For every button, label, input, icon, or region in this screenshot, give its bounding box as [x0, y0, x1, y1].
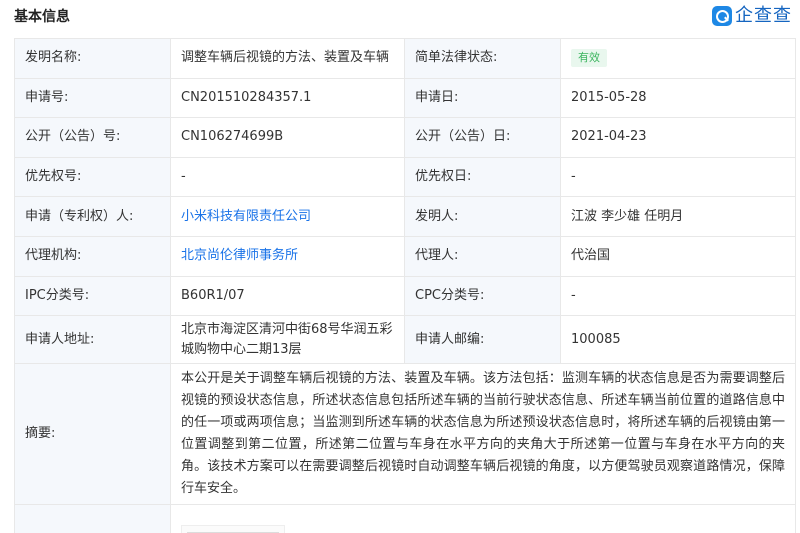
invention-name-value: 调整车辆后视镜的方法、装置及车辆: [170, 38, 405, 79]
table-row: 申请号: CN201510284357.1 申请日: 2015-05-28: [14, 77, 796, 119]
invention-name-label: 发明名称:: [14, 38, 171, 79]
agency-link[interactable]: 北京尚伦律师事务所: [181, 248, 298, 263]
table-row: 代理机构: 北京尚伦律师事务所 代理人: 代治国: [14, 235, 796, 277]
section-header: 基本信息 企查查: [0, 0, 800, 34]
ipc-value: B60R1/07: [170, 275, 405, 317]
abstract-label: 摘要:: [14, 363, 171, 506]
abstract-figure-thumbnail[interactable]: [181, 524, 285, 533]
table-row: 申请（专利权）人: 小米科技有限责任公司 发明人: 江波 李少雄 任明月: [14, 196, 796, 237]
qichacha-logo[interactable]: 企查查: [712, 4, 792, 28]
priority-number-label: 优先权号:: [14, 156, 171, 198]
table-row: 摘要: 本公开是关于调整车辆后视镜的方法、装置及车辆。该方法包括：监测车辆的状态…: [14, 363, 796, 506]
logo-text: 企查查: [735, 5, 792, 26]
priority-number-value: -: [170, 156, 405, 198]
application-date-label: 申请日:: [404, 77, 561, 119]
table-row: 发明名称: 调整车辆后视镜的方法、装置及车辆 简单法律状态: 有效: [14, 38, 796, 79]
agent-label: 代理人:: [404, 235, 561, 277]
table-row: IPC分类号: B60R1/07 CPC分类号: -: [14, 275, 796, 317]
table-row: 申请人地址: 北京市海淀区清河中街68号华润五彩城购物中心二期13层 申请人邮编…: [14, 315, 796, 365]
cpc-label: CPC分类号:: [404, 275, 561, 317]
inventor-label: 发明人:: [404, 196, 561, 237]
application-number-value: CN201510284357.1: [170, 77, 405, 119]
applicant-postcode-value: 100085: [560, 315, 796, 365]
ipc-label: IPC分类号:: [14, 275, 171, 317]
abstract-value: 本公开是关于调整车辆后视镜的方法、装置及车辆。该方法包括：监测车辆的状态信息是否…: [170, 363, 796, 506]
table-row: 公开（公告）号: CN106274699B 公开（公告）日: 2021-04-2…: [14, 117, 796, 158]
application-number-label: 申请号:: [14, 77, 171, 119]
basic-info-table: 发明名称: 调整车辆后视镜的方法、装置及车辆 简单法律状态: 有效 申请号: C…: [14, 38, 796, 533]
publication-date-value: 2021-04-23: [560, 117, 796, 158]
application-date-value: 2015-05-28: [560, 77, 796, 119]
legal-status-cell: 有效: [560, 38, 796, 79]
abstract-figure-label: [14, 504, 171, 533]
agency-label: 代理机构:: [14, 235, 171, 277]
magnifier-logo-icon: [712, 6, 732, 26]
inventor-value: 江波 李少雄 任明月: [560, 196, 796, 237]
applicant-cell: 小米科技有限责任公司: [170, 196, 405, 237]
priority-date-label: 优先权日:: [404, 156, 561, 198]
abstract-figure-cell: [170, 504, 796, 533]
agency-cell: 北京尚伦律师事务所: [170, 235, 405, 277]
table-row: 优先权号: - 优先权日: -: [14, 156, 796, 198]
cpc-value: -: [560, 275, 796, 317]
applicant-address-value: 北京市海淀区清河中街68号华润五彩城购物中心二期13层: [170, 315, 405, 365]
publication-date-label: 公开（公告）日:: [404, 117, 561, 158]
agent-value: 代治国: [560, 235, 796, 277]
table-row: [14, 504, 796, 533]
priority-date-value: -: [560, 156, 796, 198]
publication-number-value: CN106274699B: [170, 117, 405, 158]
legal-status-badge: 有效: [571, 49, 607, 68]
applicant-label: 申请（专利权）人:: [14, 196, 171, 237]
applicant-address-label: 申请人地址:: [14, 315, 171, 365]
publication-number-label: 公开（公告）号:: [14, 117, 171, 158]
applicant-postcode-label: 申请人邮编:: [404, 315, 561, 365]
section-title: 基本信息: [14, 9, 70, 25]
applicant-link[interactable]: 小米科技有限责任公司: [181, 209, 311, 224]
legal-status-label: 简单法律状态:: [404, 38, 561, 79]
